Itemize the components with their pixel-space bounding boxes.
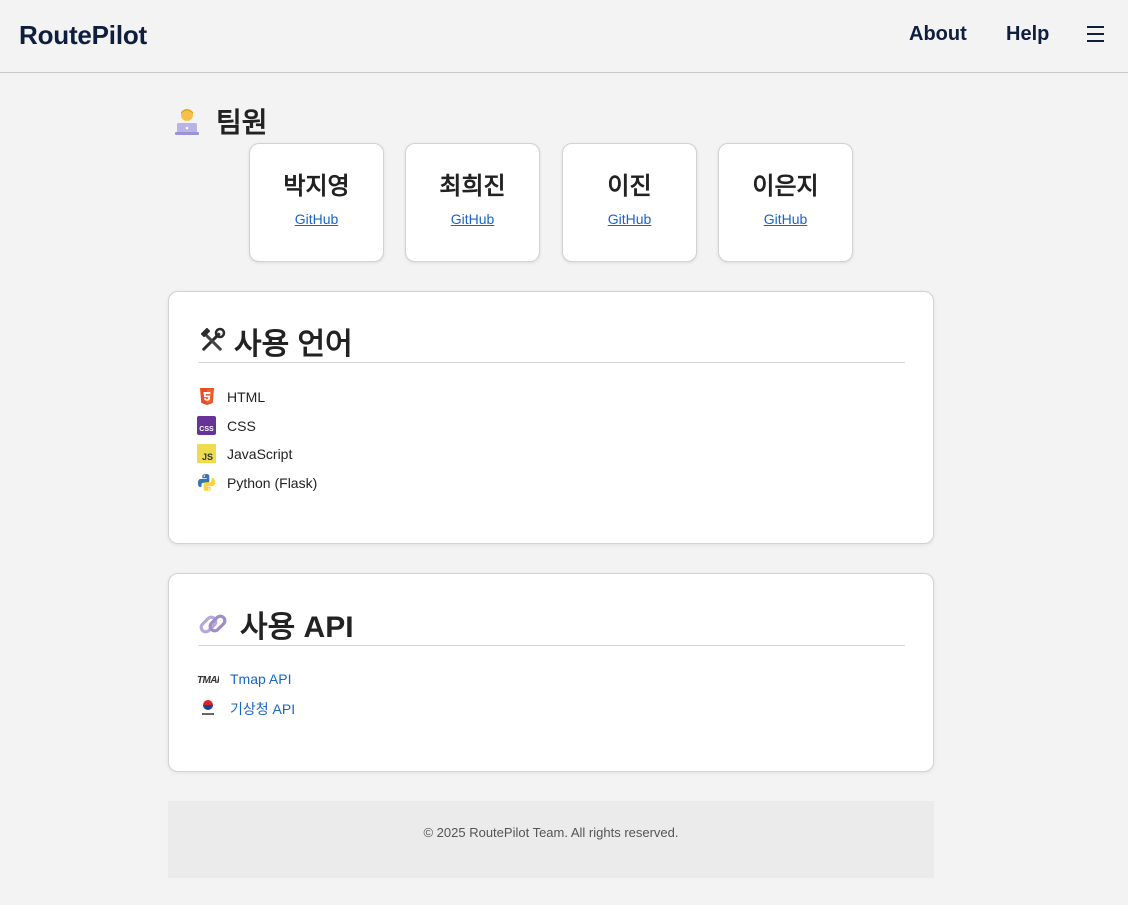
kma-logo-icon — [197, 700, 219, 719]
member-card: 이은지 GitHub — [718, 143, 853, 262]
language-label: Python (Flask) — [227, 474, 318, 491]
team-heading: 팀원 — [172, 101, 268, 141]
python-icon — [197, 473, 216, 492]
javascript-icon: JS — [197, 444, 216, 463]
footer: © 2025 RoutePilot Team. All rights reser… — [168, 801, 934, 878]
css-icon: CSS — [197, 416, 216, 435]
hammer-wrench-icon — [198, 327, 226, 355]
language-label: HTML — [227, 388, 266, 405]
nav-about-link[interactable]: About — [909, 23, 967, 46]
languages-title: 사용 언어 — [234, 328, 353, 361]
member-card: 최희진 GitHub — [405, 143, 540, 262]
languages-heading: 사용 언어 — [198, 320, 905, 363]
api-item-tmap: TMAP Tmap API — [197, 669, 291, 688]
link-icon — [198, 609, 228, 639]
github-link[interactable]: GitHub — [764, 211, 808, 227]
nav-help-link[interactable]: Help — [1006, 23, 1049, 46]
svg-text:TMAP: TMAP — [197, 675, 219, 685]
language-label: CSS — [227, 417, 256, 434]
member-name: 최희진 — [439, 173, 506, 200]
tmap-logo-icon: TMAP — [197, 669, 219, 688]
language-item-html: HTML — [197, 387, 265, 406]
apis-title: 사용 API — [240, 610, 354, 644]
member-card: 박지영 GitHub — [249, 143, 384, 262]
technologist-icon — [172, 106, 202, 136]
hamburger-icon[interactable] — [1087, 24, 1105, 44]
github-link[interactable]: GitHub — [608, 211, 652, 227]
language-item-python: Python (Flask) — [197, 473, 317, 492]
copyright-text: © 2025 RoutePilot Team. All rights reser… — [423, 825, 679, 840]
html5-icon — [197, 387, 216, 406]
language-item-css: CSS CSS — [197, 416, 256, 435]
member-card: 이진 GitHub — [562, 143, 697, 262]
tmap-api-link[interactable]: Tmap API — [230, 671, 291, 687]
brand-logo[interactable]: RoutePilot — [19, 20, 147, 51]
member-name: 이은지 — [752, 173, 819, 200]
team-title: 팀원 — [216, 107, 268, 138]
top-navbar: RoutePilot About Help — [0, 0, 1128, 73]
svg-text:CSS: CSS — [199, 426, 214, 433]
kma-api-link[interactable]: 기상청 API — [230, 699, 295, 719]
api-item-kma: 기상청 API — [197, 699, 295, 719]
svg-text:JS: JS — [202, 452, 213, 462]
apis-panel: 사용 API TMAP Tmap API 기상청 API — [168, 573, 934, 772]
github-link[interactable]: GitHub — [451, 211, 495, 227]
languages-panel: 사용 언어 HTML CSS CSS JS JavaScript Python … — [168, 291, 934, 544]
member-name: 박지영 — [283, 173, 350, 200]
apis-heading: 사용 API — [198, 602, 905, 646]
member-name: 이진 — [607, 173, 652, 200]
language-label: JavaScript — [227, 445, 293, 462]
language-item-javascript: JS JavaScript — [197, 444, 292, 463]
github-link[interactable]: GitHub — [295, 211, 339, 227]
